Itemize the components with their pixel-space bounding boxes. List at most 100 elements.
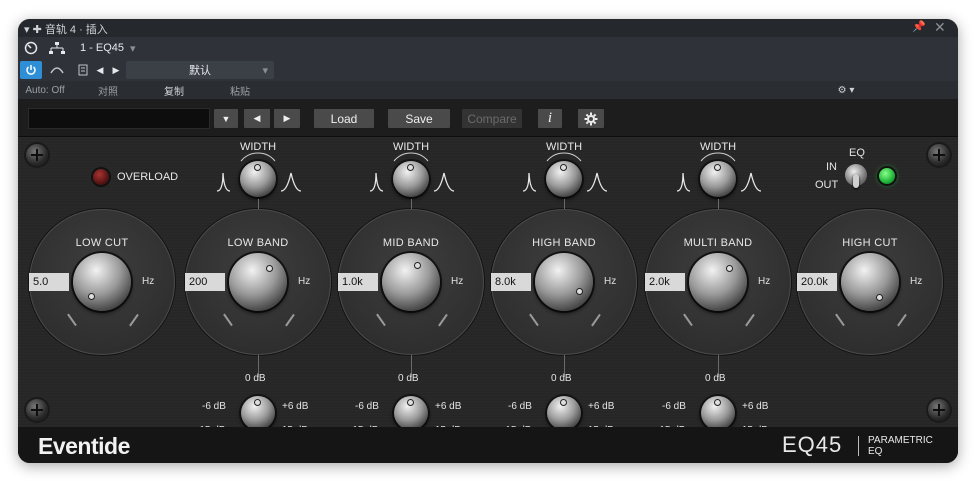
hz-unit-label: Hz (298, 276, 311, 287)
frequency-knob[interactable] (382, 253, 440, 311)
hz-unit-label: Hz (451, 276, 464, 287)
dial-tick (745, 313, 755, 327)
preset-dropdown-icon[interactable]: ▼ (214, 109, 238, 128)
eq-out-label: OUT (815, 179, 839, 191)
gear-menu-icon[interactable]: ⚙ ▾ (828, 82, 864, 98)
close-icon[interactable]: ✕ (934, 19, 946, 36)
frequency-knob[interactable] (73, 253, 131, 311)
host-row-2: ◀ ▶ 默认 ▾ (18, 59, 958, 81)
host-preset-select[interactable]: 默认 ▾ (126, 61, 274, 79)
dial-tick (897, 313, 907, 327)
plugin-toolbar: ▼ ◀ ▶ Load Save Compare i (18, 99, 958, 137)
load-button[interactable]: Load (314, 109, 374, 128)
band-name-label: LOW BAND (227, 237, 289, 249)
preset-name-field[interactable] (28, 108, 210, 129)
brand-description: PARAMETRIC EQ (868, 435, 933, 457)
gain-zero-label: 0 dB (398, 373, 419, 384)
plugin-slot-select[interactable]: 1 - EQ45 ▾ (74, 39, 146, 57)
connector-line (411, 199, 412, 209)
frequency-value-field[interactable]: 20.0k (797, 273, 837, 291)
info-button[interactable]: i (538, 109, 562, 128)
connector-line (718, 199, 719, 209)
gain-plus6-label: +6 dB (742, 401, 769, 412)
host-row-1: 1 - EQ45 ▾ (18, 37, 958, 59)
dial-tick (683, 313, 693, 327)
knob-indicator-icon (254, 399, 261, 406)
brand-divider (858, 436, 859, 456)
compare-host-button[interactable]: 对照 (78, 82, 138, 98)
host-preset-label: 默认 (189, 65, 211, 77)
paste-button[interactable]: 粘贴 (210, 82, 270, 98)
frequency-knob[interactable] (841, 253, 899, 311)
width-knob[interactable] (393, 161, 429, 197)
frequency-value-field[interactable]: 8.0k (491, 273, 531, 291)
band-name-label: MID BAND (382, 237, 440, 249)
clock-icon[interactable] (22, 39, 40, 57)
frequency-value-field[interactable]: 200 (185, 273, 225, 291)
dial-tick (835, 313, 845, 327)
prev-preset-icon[interactable]: ◀ (94, 61, 106, 79)
eq-toggle-switch[interactable] (845, 164, 867, 188)
power-icon[interactable] (20, 61, 42, 79)
band-disc-4: HIGH BAND 8.0k Hz (491, 209, 637, 355)
eq-in-label: IN (826, 161, 837, 173)
routing-icon[interactable] (46, 39, 68, 57)
frequency-value-field[interactable]: 1.0k (338, 273, 378, 291)
band-disc-6: HIGH CUT 20.0k Hz (797, 209, 943, 355)
compare-button[interactable]: Compare (462, 109, 522, 128)
brand-bar: Eventide EQ45 PARAMETRIC EQ (18, 427, 958, 463)
host-row-3: Auto: Off 对照 复制 粘贴 ⚙ ▾ (18, 81, 958, 99)
screw-icon (928, 144, 950, 166)
knob-indicator-icon (714, 164, 721, 171)
frequency-value-field[interactable]: 2.0k (645, 273, 685, 291)
save-button[interactable]: Save (388, 109, 450, 128)
next-preset-icon[interactable]: ▶ (110, 61, 122, 79)
toggle-lever-icon (853, 174, 859, 188)
knob-indicator-icon (407, 164, 414, 171)
knob-indicator-icon (413, 261, 421, 269)
connector-line (258, 199, 259, 209)
prev-preset-button[interactable]: ◀ (244, 109, 270, 128)
frequency-knob[interactable] (229, 253, 287, 311)
width-knob[interactable] (546, 161, 582, 197)
knob-indicator-icon (560, 164, 567, 171)
knob-indicator-icon (266, 264, 274, 272)
dial-tick (376, 313, 386, 327)
overload-label: OVERLOAD (117, 171, 179, 183)
gain-knob[interactable] (394, 396, 428, 430)
hz-unit-label: Hz (142, 276, 155, 287)
gain-minus6-label: -6 dB (355, 401, 379, 412)
pin-icon[interactable]: 📌 (912, 20, 926, 33)
settings-gear-icon[interactable] (578, 109, 604, 128)
gain-knob[interactable] (701, 396, 735, 430)
chevron-down-icon: ▾ (130, 42, 136, 55)
eq-panel: OVERLOAD EQ IN OUT LOW CUT 5.0 Hz LOW BAND 2… (18, 137, 958, 463)
dial-tick (285, 313, 295, 327)
frequency-knob[interactable] (535, 253, 593, 311)
dial-tick (67, 313, 77, 327)
knob-indicator-icon (560, 399, 567, 406)
gain-knob[interactable] (241, 396, 275, 430)
frequency-value-field[interactable]: 5.0 (29, 273, 69, 291)
band-name-label: LOW CUT (75, 237, 129, 249)
copy-button[interactable]: 复制 (144, 82, 204, 98)
eq-switch-label: EQ (849, 147, 865, 159)
width-knob[interactable] (240, 161, 276, 197)
width-knob[interactable] (700, 161, 736, 197)
knob-indicator-icon (875, 294, 883, 302)
auto-off-button[interactable]: Auto: Off (22, 82, 68, 98)
automation-icon[interactable] (46, 61, 68, 79)
next-preset-button[interactable]: ▶ (274, 109, 300, 128)
connector-line (564, 199, 565, 209)
gain-minus6-label: -6 dB (508, 401, 532, 412)
gain-knob[interactable] (547, 396, 581, 430)
document-icon[interactable] (76, 61, 90, 79)
frequency-knob[interactable] (689, 253, 747, 311)
eventide-logo: Eventide (38, 433, 130, 459)
gain-minus6-label: -6 dB (202, 401, 226, 412)
plugin-slot-label: 1 - EQ45 (80, 42, 125, 54)
band-name-label: MULTI BAND (683, 237, 753, 249)
dial-tick (591, 313, 601, 327)
chevron-down-icon: ▾ (262, 64, 268, 77)
band-disc-3: MID BAND 1.0k Hz (338, 209, 484, 355)
